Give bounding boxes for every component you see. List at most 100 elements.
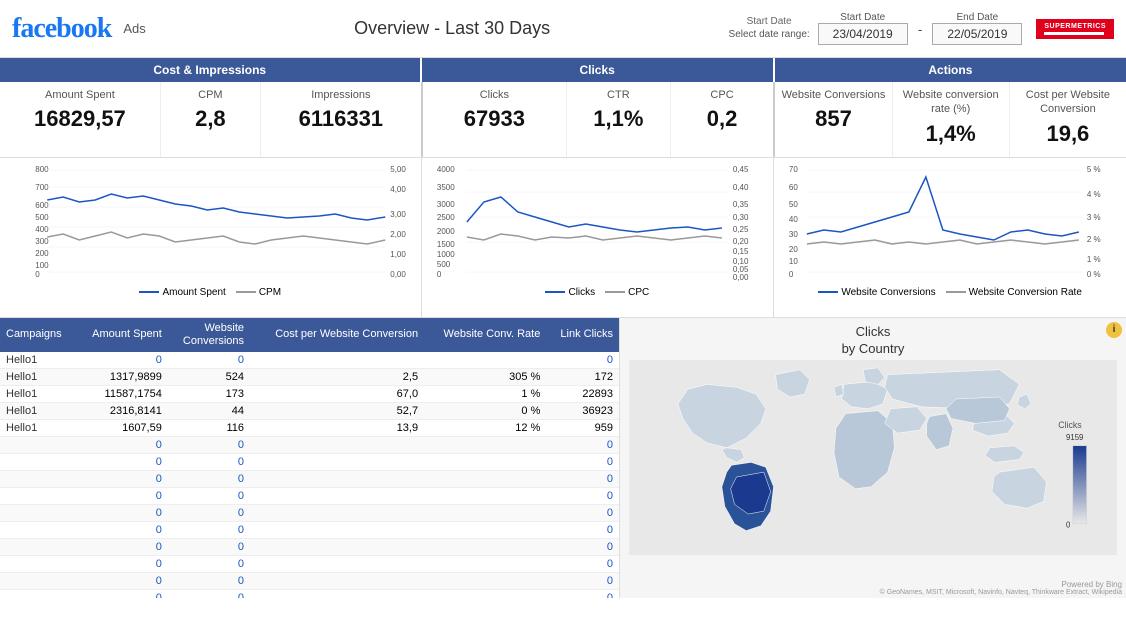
table-row: Hello1000 [0,352,619,369]
campaign-table: Campaigns Amount Spent WebsiteConversion… [0,318,619,598]
table-row: 000 [0,572,619,589]
cpm-label: CPM [165,88,256,102]
svg-text:4000: 4000 [436,165,454,174]
map-credits: Powered by Bing © GeoNames, MSIT, Micros… [880,580,1122,596]
cpm-legend: CPM [236,287,281,298]
svg-text:4,00: 4,00 [390,185,406,194]
table-cell: 0 [76,555,168,572]
page-title: Overview - Last 30 Days [176,18,729,39]
table-cell: 0 [168,453,250,470]
cost-per-website-conversion-header: Cost per Website Conversion [250,318,424,352]
website-conversion-rate-value: 1,4% [897,121,1005,147]
svg-text:0,15: 0,15 [732,247,748,256]
table-cell: 13,9 [250,419,424,436]
cpc-label: CPC [675,88,770,102]
table-row: Hello12316,81414452,70 %36923 [0,402,619,419]
clicks-chart: 4000 3500 3000 2500 2000 1500 1000 500 0… [422,158,775,317]
impressions-value: 6116331 [265,106,417,132]
svg-text:2000: 2000 [436,227,454,236]
table-cell: Hello1 [0,352,76,369]
table-cell [424,487,546,504]
table-cell [250,589,424,597]
svg-text:5 %: 5 % [1087,165,1101,174]
svg-text:10: 10 [789,257,798,266]
ctr-value: 1,1% [571,106,666,132]
table-cell [250,555,424,572]
date-inputs: Start Date - End Date [818,12,1023,45]
svg-text:500: 500 [35,213,49,222]
cost-per-website-conversion-label: Cost per Website Conversion [1014,88,1122,117]
website-conversions-label: Website Conversions [779,88,887,102]
table-cell: 12 % [424,419,546,436]
svg-text:800: 800 [35,165,49,174]
end-date-label: End Date [957,12,999,23]
map-subtitle: by Country [620,341,1126,356]
table-cell: 0 [168,555,250,572]
svg-text:0: 0 [789,270,794,279]
clicks-legend-item: Clicks [545,287,595,298]
amount-spent-legend-label: Amount Spent [162,287,225,298]
table-cell: 0 [76,521,168,538]
clicks-value: 67933 [427,106,562,132]
table-cell: 0 [168,538,250,555]
impressions-label: Impressions [265,88,417,102]
table-body: Hello1000Hello11317,98995242,5305 %172He… [0,352,619,598]
table-cell: 11587,1754 [76,385,168,402]
table-row: 000 [0,470,619,487]
start-date-input[interactable] [818,23,908,45]
end-date-col: End Date [932,12,1022,45]
clicks-metrics: Clicks 67933 CTR 1,1% CPC 0,2 [423,82,776,157]
svg-text:2 %: 2 % [1087,235,1101,244]
svg-text:4 %: 4 % [1087,190,1101,199]
svg-text:50: 50 [789,200,798,209]
table-row: 000 [0,436,619,453]
info-icon[interactable]: i [1106,322,1122,338]
table-cell: 0 % [424,402,546,419]
table-cell: 22893 [546,385,619,402]
table-cell: 0 [546,504,619,521]
clicks-col: Clicks 67933 [423,82,567,157]
facebook-logo: facebook [12,13,111,45]
svg-text:600: 600 [35,201,49,210]
table-cell: 172 [546,368,619,385]
table-cell [0,436,76,453]
table-cell: 116 [168,419,250,436]
table-cell: 0 [546,453,619,470]
header: facebook Ads Overview - Last 30 Days Sta… [0,0,1126,58]
table-cell: 0 [168,504,250,521]
website-conversions-legend: Website Conversions [818,287,935,298]
date-separator: - [914,21,927,37]
table-cell: 173 [168,385,250,402]
clicks-bar: Clicks [422,58,775,82]
table-row: 000 [0,453,619,470]
powered-by: Powered by Bing [880,580,1122,589]
svg-text:2500: 2500 [436,213,454,222]
start-date-label2: Start Date [840,12,885,23]
svg-text:0,00: 0,00 [732,273,748,282]
svg-text:9159: 9159 [1066,433,1083,442]
svg-text:400: 400 [35,225,49,234]
svg-text:1 %: 1 % [1087,255,1101,264]
table-row: 000 [0,487,619,504]
svg-text:40: 40 [789,215,798,224]
table-row: 000 [0,589,619,597]
table-row: Hello111587,175417367,01 %22893 [0,385,619,402]
table-cell: 524 [168,368,250,385]
table-cell: 0 [546,538,619,555]
amount-spent-label: Amount Spent [4,88,156,102]
amount-spent-legend: Amount Spent [139,287,225,298]
website-conversions-value: 857 [779,106,887,132]
svg-text:1500: 1500 [436,240,454,249]
end-date-input[interactable] [932,23,1022,45]
table-cell: 0 [546,589,619,597]
svg-text:0,20: 0,20 [732,237,748,246]
table-cell: 67,0 [250,385,424,402]
svg-text:0,00: 0,00 [390,270,406,279]
website-conversions-header: WebsiteConversions [168,318,250,352]
svg-text:700: 700 [35,183,49,192]
link-clicks-header: Link Clicks [546,318,619,352]
table-row: 000 [0,538,619,555]
table-cell: 2,5 [250,368,424,385]
table-cell [0,589,76,597]
table-cell [250,453,424,470]
